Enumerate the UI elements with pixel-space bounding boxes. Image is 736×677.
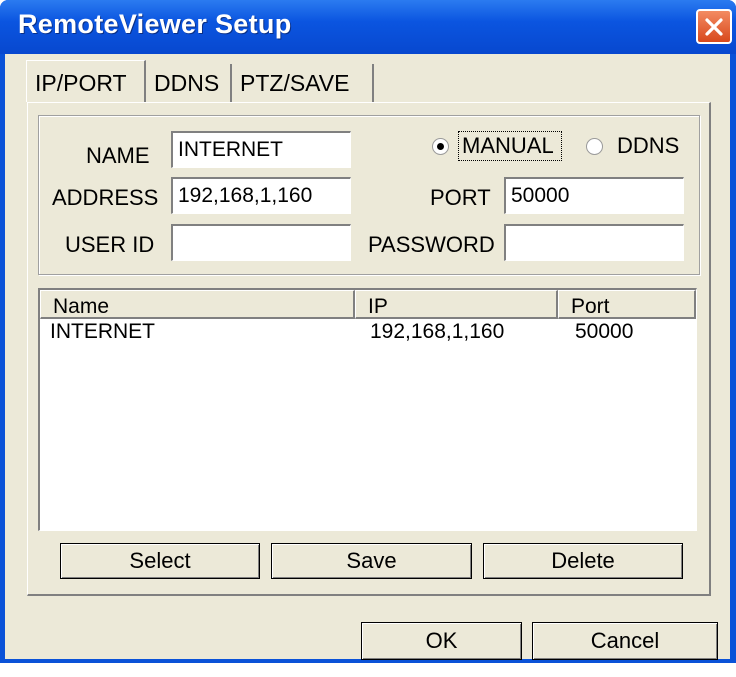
list-item-port[interactable]: 50000 xyxy=(575,319,633,345)
tab-ddns[interactable]: DDNS xyxy=(146,64,232,102)
background-strip xyxy=(0,663,736,677)
user-id-label: USER ID xyxy=(65,232,155,257)
column-header-port[interactable]: Port xyxy=(558,290,696,319)
tab-ptz-save[interactable]: PTZ/SAVE xyxy=(232,64,374,102)
delete-button[interactable]: Delete xyxy=(483,543,683,579)
connection-list[interactable]: Name IP Port INTERNET 192,168,1,160 5000… xyxy=(38,288,697,531)
port-label: PORT xyxy=(430,185,491,210)
password-label: PASSWORD xyxy=(368,232,495,257)
tab-ip-port[interactable]: IP/PORT xyxy=(26,60,146,102)
name-field[interactable]: INTERNET xyxy=(171,131,351,168)
ok-button[interactable]: OK xyxy=(361,622,522,660)
radio-selected-dot xyxy=(437,143,444,150)
select-button[interactable]: Select xyxy=(60,543,260,579)
radio-ddns-label[interactable]: DDNS xyxy=(617,133,679,159)
password-field[interactable] xyxy=(504,224,684,261)
tab-ip-port-label: IP/PORT xyxy=(35,70,127,96)
cancel-button[interactable]: Cancel xyxy=(532,622,718,660)
close-button[interactable] xyxy=(696,9,732,44)
window-title: RemoteViewer Setup xyxy=(18,9,292,39)
radio-manual[interactable] xyxy=(432,138,449,155)
close-icon xyxy=(705,18,723,36)
column-header-name[interactable]: Name xyxy=(40,290,355,319)
user-id-field[interactable] xyxy=(171,224,351,261)
radio-manual-label[interactable]: MANUAL xyxy=(462,133,554,159)
tab-ddns-label: DDNS xyxy=(154,70,220,96)
column-header-ip[interactable]: IP xyxy=(355,290,558,319)
address-field[interactable]: 192,168,1,160 xyxy=(171,177,351,214)
port-field[interactable]: 50000 xyxy=(504,177,684,214)
radio-ddns[interactable] xyxy=(586,138,603,155)
address-label: ADDRESS xyxy=(52,185,159,210)
title-bar[interactable]: RemoteViewer Setup xyxy=(0,0,736,54)
list-item-name[interactable]: INTERNET xyxy=(50,319,155,345)
tab-ptz-save-label: PTZ/SAVE xyxy=(240,70,350,96)
name-label: NAME xyxy=(86,143,150,168)
save-button[interactable]: Save xyxy=(271,543,472,579)
list-item-ip[interactable]: 192,168,1,160 xyxy=(370,319,504,345)
